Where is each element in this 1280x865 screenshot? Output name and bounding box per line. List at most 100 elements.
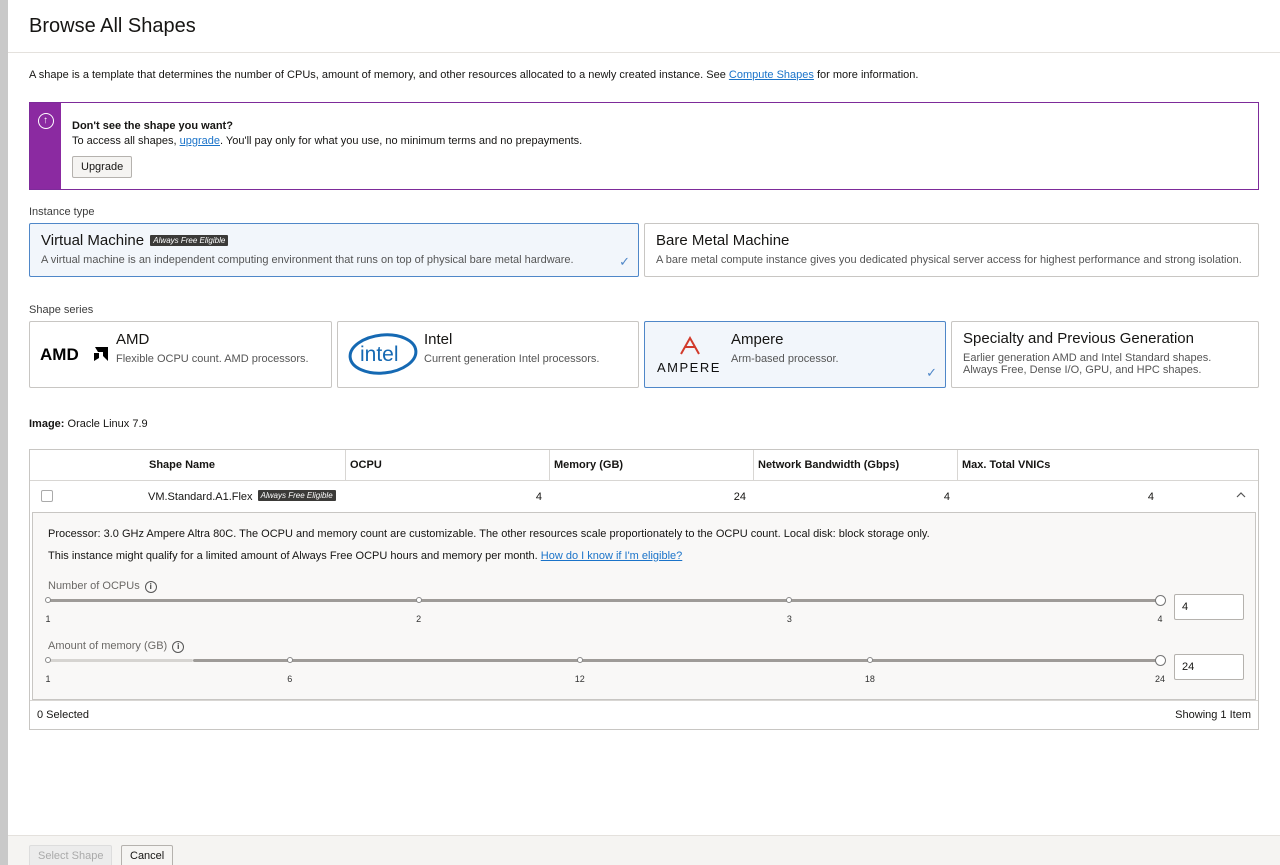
image-label: Image: <box>29 418 65 430</box>
vnics-cell: 4 <box>1147 490 1154 503</box>
intro-body: A shape is a template that determines th… <box>29 69 729 81</box>
arrow-up-circle-icon: ↑ <box>37 113 54 129</box>
ampere-logo-icon: AMPERE <box>655 332 725 376</box>
ocpu-input[interactable]: 4 <box>1174 594 1244 620</box>
free-text-body: This instance might qualify for a limite… <box>48 550 541 562</box>
bandwidth-cell: 4 <box>943 490 950 503</box>
shape-name: VM.Standard.A1.Flex <box>148 491 253 503</box>
vm-title-text: Virtual Machine <box>41 232 145 249</box>
slider-thumb[interactable] <box>1155 655 1166 666</box>
shape-series-label: Shape series <box>29 304 94 316</box>
intro-suffix: for more information. <box>813 69 919 81</box>
slider-tick-label: 1 <box>45 674 51 684</box>
memory-input[interactable]: 24 <box>1174 654 1244 680</box>
series-specialty[interactable]: Specialty and Previous Generation Earlie… <box>951 321 1259 388</box>
svg-text:AMD: AMD <box>40 345 79 364</box>
slider-tick-label: 12 <box>574 674 585 684</box>
amd-description: Flexible OCPU count. AMD processors. <box>116 353 309 365</box>
series-intel[interactable]: intel Intel Current generation Intel pro… <box>337 321 639 388</box>
bm-title: Bare Metal Machine <box>656 232 790 249</box>
slider-tick-label: 2 <box>416 614 422 624</box>
col-vnics[interactable]: Max. Total VNICs <box>957 450 1258 480</box>
dialog-header: Browse All Shapes <box>8 0 1280 53</box>
image-info: Image: Oracle Linux 7.9 <box>29 418 148 430</box>
instance-type-bare-metal[interactable]: Bare Metal Machine A bare metal compute … <box>644 223 1259 277</box>
memory-slider-label: Amount of memory (GB) i <box>48 640 185 653</box>
amd-logo-icon: AMD <box>40 332 110 376</box>
svg-text:intel: intel <box>360 343 399 366</box>
upgrade-banner: ↑ Don't see the shape you want? To acces… <box>29 102 1259 190</box>
amd-title: AMD <box>116 331 150 348</box>
slider-tick-label: 24 <box>1154 674 1166 684</box>
selected-count: 0 Selected <box>37 709 89 721</box>
bm-description: A bare metal compute instance gives you … <box>656 254 1242 266</box>
instance-type-label: Instance type <box>29 206 95 218</box>
series-ampere[interactable]: AMPERE Ampere Arm-based processor. ✓ <box>644 321 946 388</box>
memory-cell: 24 <box>733 490 746 503</box>
table-header: Shape Name OCPU Memory (GB) Network Band… <box>30 450 1258 481</box>
intel-description: Current generation Intel processors. <box>424 353 600 365</box>
slider-tick <box>45 657 51 663</box>
slider-thumb[interactable] <box>1155 595 1166 606</box>
row-checkbox[interactable] <box>41 490 53 502</box>
intel-title: Intel <box>424 331 453 348</box>
slider-tick <box>576 657 583 663</box>
specialty-description: Earlier generation AMD and Intel Standar… <box>963 352 1212 376</box>
slider-tick-label: 1 <box>45 614 51 624</box>
intro-text: A shape is a template that determines th… <box>29 69 918 81</box>
slider-track-inactive <box>48 659 193 662</box>
eligibility-link[interactable]: How do I know if I'm eligible? <box>541 550 683 562</box>
background-page-strip <box>0 0 8 865</box>
vm-description: A virtual machine is an independent comp… <box>41 254 574 266</box>
col-shape-name[interactable]: Shape Name <box>144 450 345 480</box>
checkmark-icon: ✓ <box>619 254 630 269</box>
free-text: This instance might qualify for a limite… <box>48 550 682 562</box>
slider-tick-label: 18 <box>864 674 875 684</box>
col-ocpu[interactable]: OCPU <box>345 450 549 480</box>
image-value: Oracle Linux 7.9 <box>67 418 148 430</box>
shapes-dialog: Browse All Shapes A shape is a template … <box>8 0 1280 865</box>
ocpu-slider-label: Number of OCPUs i <box>48 580 157 593</box>
ampere-title: Ampere <box>731 331 784 348</box>
specialty-title: Specialty and Previous Generation <box>963 330 1194 347</box>
banner-title: Don't see the shape you want? <box>72 120 233 132</box>
item-count: Showing 1 Item <box>1175 709 1251 721</box>
slider-tick <box>286 657 293 663</box>
info-icon[interactable]: i <box>172 641 185 653</box>
shapes-table: Shape Name OCPU Memory (GB) Network Band… <box>29 449 1259 730</box>
slider-tick <box>415 597 422 603</box>
select-shape-button[interactable]: Select Shape <box>29 845 113 865</box>
info-icon[interactable]: i <box>144 581 157 593</box>
shape-name-cell: VM.Standard.A1.Flex Always Free Eligible <box>148 490 336 503</box>
slider-tick-label: 3 <box>786 614 792 624</box>
cancel-button[interactable]: Cancel <box>121 845 174 865</box>
always-free-badge: Always Free Eligible <box>150 235 229 246</box>
checkmark-icon: ✓ <box>926 365 937 380</box>
slider-track <box>48 599 1160 602</box>
col-bandwidth[interactable]: Network Bandwidth (Gbps) <box>753 450 957 480</box>
table-row[interactable]: VM.Standard.A1.Flex Always Free Eligible… <box>30 481 1258 512</box>
dialog-title: Browse All Shapes <box>29 14 196 37</box>
chevron-up-icon[interactable] <box>1235 489 1247 504</box>
slider-tick <box>866 657 873 663</box>
intel-logo-icon: intel <box>348 332 418 376</box>
series-amd[interactable]: AMD AMD Flexible OCPU count. AMD process… <box>29 321 332 388</box>
instance-type-virtual-machine[interactable]: Virtual Machine Always Free Eligible A v… <box>29 223 639 277</box>
vm-title: Virtual Machine Always Free Eligible <box>41 232 627 249</box>
slider-tick <box>45 597 51 603</box>
upgrade-link[interactable]: upgrade <box>180 135 220 147</box>
memory-label-text: Amount of memory (GB) <box>48 640 168 652</box>
banner-text-after: . You'll pay only for what you use, no m… <box>220 135 583 147</box>
slider-tick-label: 6 <box>287 674 293 684</box>
slider-track <box>192 659 1160 662</box>
col-memory[interactable]: Memory (GB) <box>549 450 753 480</box>
svg-text:AMPERE: AMPERE <box>657 360 721 375</box>
upgrade-button[interactable]: Upgrade <box>72 156 133 178</box>
table-footer: 0 Selected Showing 1 Item <box>30 700 1258 729</box>
slider-tick <box>786 597 793 603</box>
ocpu-cell: 4 <box>535 490 542 503</box>
ampere-description: Arm-based processor. <box>731 353 839 365</box>
slider-tick-label: 4 <box>1157 614 1163 624</box>
banner-description: To access all shapes, upgrade. You'll pa… <box>72 135 582 147</box>
compute-shapes-link[interactable]: Compute Shapes <box>729 69 814 81</box>
